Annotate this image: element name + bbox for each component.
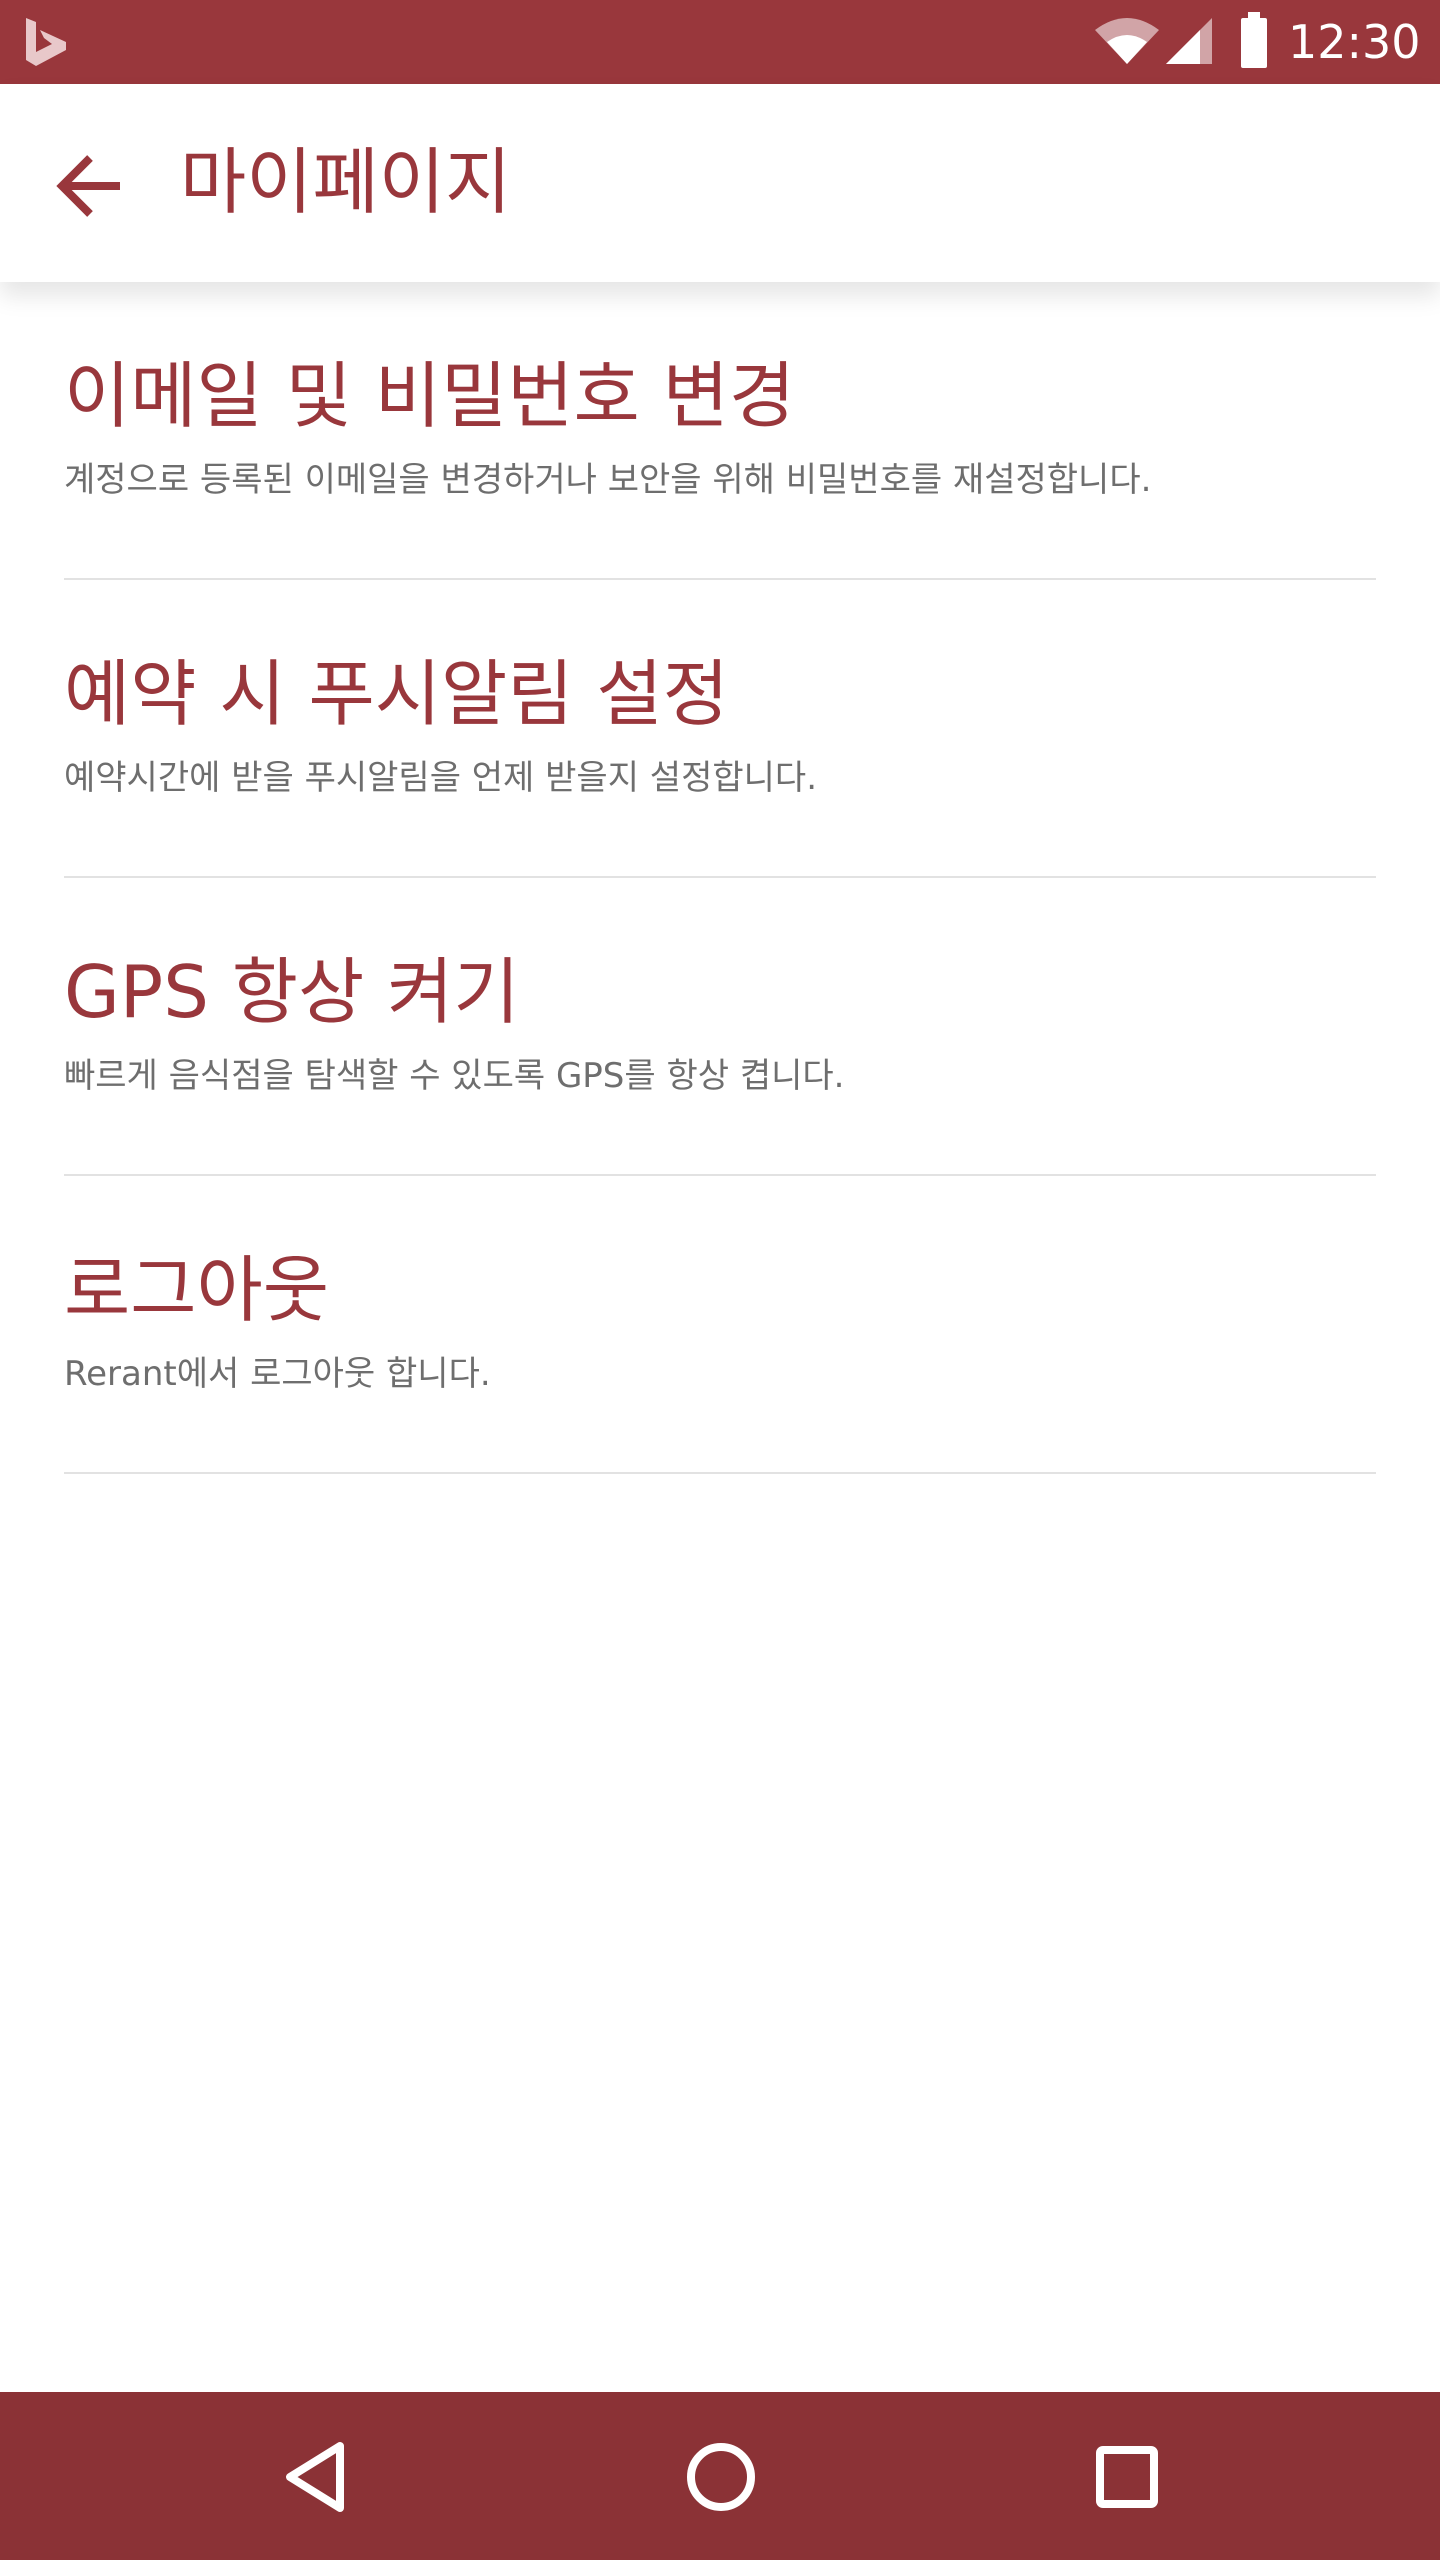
setting-description: 예약시간에 받을 푸시알림을 언제 받을지 설정합니다. [64, 758, 818, 798]
status-time: 12:30 [1288, 15, 1421, 69]
status-bar: 12:30 [0, 0, 1440, 84]
setting-title: 이메일 및 비밀번호 변경 [64, 354, 796, 438]
setting-title: 로그아웃 [64, 1248, 329, 1332]
setting-description: 빠르게 음식점을 탐색할 수 있도록 GPS를 항상 켭니다. [64, 1056, 845, 1096]
setting-item-push-notification[interactable]: 예약 시 푸시알림 설정 예약시간에 받을 푸시알림을 언제 받을지 설정합니다… [64, 580, 1376, 878]
signal-icon [1166, 18, 1212, 64]
arrow-left-icon[interactable] [50, 144, 134, 228]
setting-item-logout[interactable]: 로그아웃 Rerant에서 로그아웃 합니다. [64, 1176, 1376, 1474]
app-bar: 마이페이지 [0, 84, 1440, 282]
bing-app-icon [26, 18, 66, 66]
battery-icon [1241, 12, 1267, 68]
recents-square-icon[interactable] [1082, 2432, 1172, 2522]
setting-item-gps-always-on[interactable]: GPS 항상 켜기 빠르게 음식점을 탐색할 수 있도록 GPS를 항상 켭니다… [64, 878, 1376, 1176]
setting-description: Rerant에서 로그아웃 합니다. [64, 1354, 491, 1394]
navigation-bar [0, 2392, 1440, 2560]
setting-title: 예약 시 푸시알림 설정 [64, 652, 729, 736]
screen: 12:30 마이페이지 이메일 및 비밀번호 변경 계정으로 등록된 이메일을 … [0, 0, 1440, 2560]
wifi-icon [1095, 18, 1159, 64]
setting-item-change-email-password[interactable]: 이메일 및 비밀번호 변경 계정으로 등록된 이메일을 변경하거나 보안을 위해… [64, 282, 1376, 580]
page-title: 마이페이지 [180, 140, 512, 224]
back-triangle-icon[interactable] [272, 2432, 362, 2522]
setting-title: GPS 항상 켜기 [64, 950, 520, 1034]
home-circle-icon[interactable] [676, 2432, 766, 2522]
setting-description: 계정으로 등록된 이메일을 변경하거나 보안을 위해 비밀번호를 재설정합니다. [64, 460, 1152, 500]
settings-list: 이메일 및 비밀번호 변경 계정으로 등록된 이메일을 변경하거나 보안을 위해… [64, 282, 1376, 1474]
